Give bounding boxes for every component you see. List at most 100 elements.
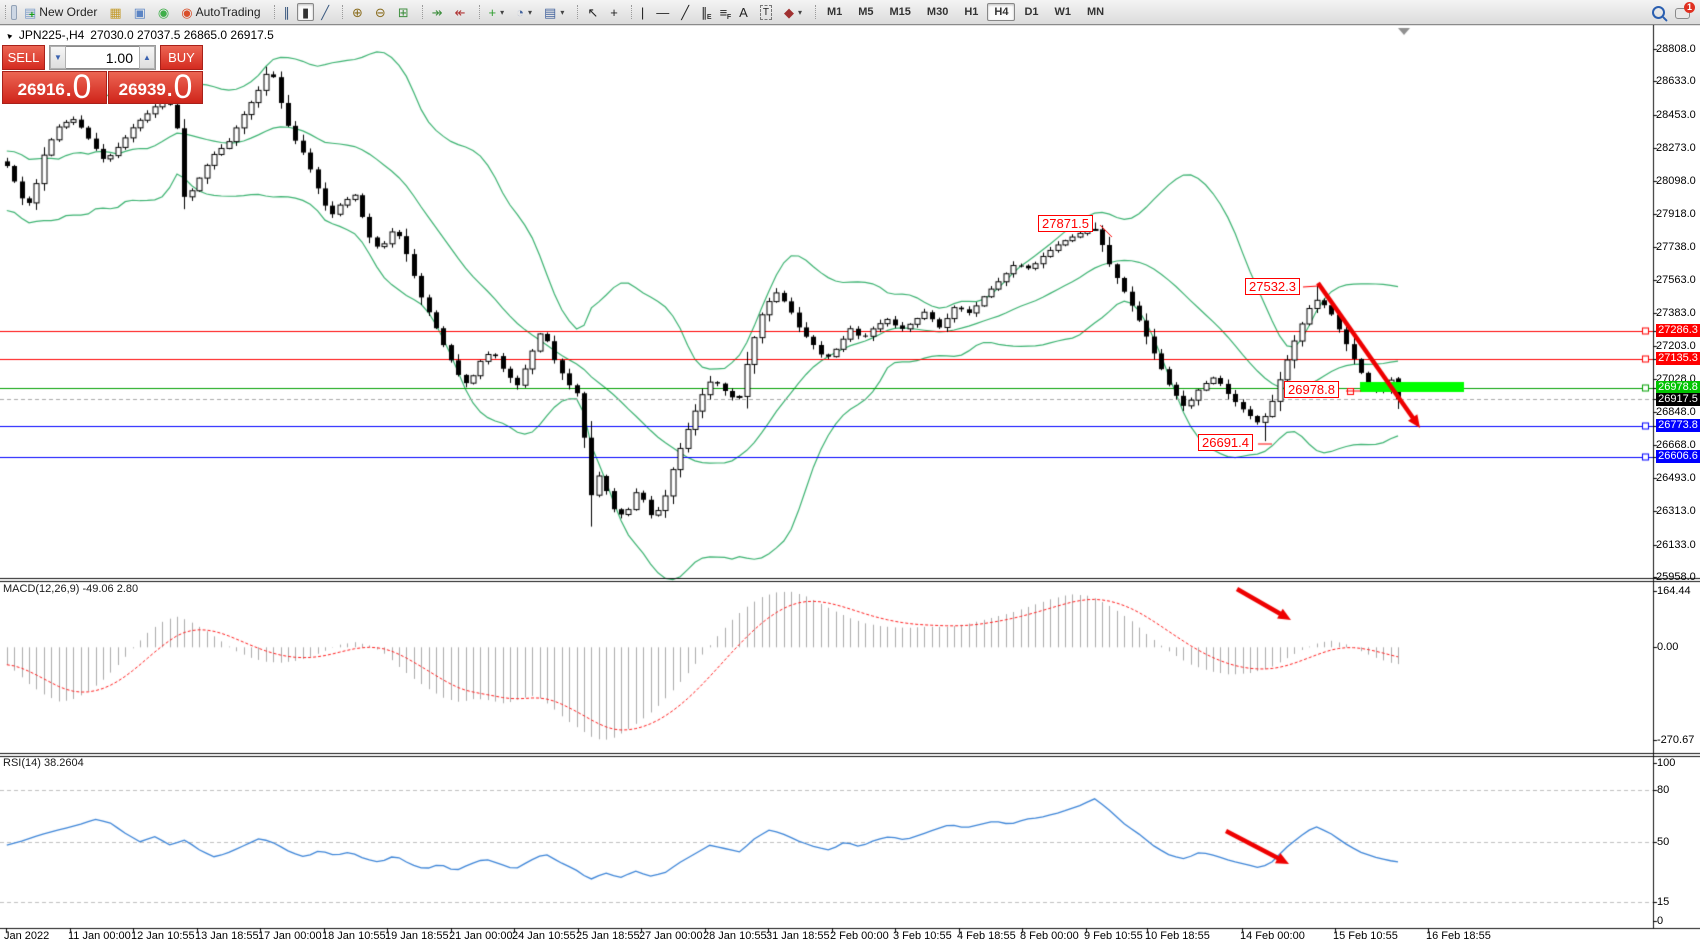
buy-price-int: 26939: [119, 76, 166, 103]
timeframe-m30[interactable]: M30: [920, 3, 955, 21]
timeframe-m1[interactable]: M1: [820, 3, 849, 21]
new-chart-icon[interactable]: +▾: [484, 3, 510, 21]
period-icon[interactable]: ◔▾: [511, 3, 537, 21]
trendline-icon[interactable]: ╱: [676, 3, 694, 21]
time-axis-label: 16 Feb 18:55: [1426, 930, 1491, 942]
template-icon: ▤: [544, 6, 556, 19]
time-axis-label: 9 Feb 10:55: [1084, 930, 1143, 942]
price-annotation[interactable]: 27532.3: [1245, 278, 1300, 295]
data-window-icon: ▣: [134, 6, 146, 19]
sell-button[interactable]: SELL: [2, 45, 45, 70]
sell-price-dec: 0: [72, 72, 91, 103]
clipped-icon[interactable]: [11, 5, 17, 20]
volume-increase-button[interactable]: ▲: [139, 46, 155, 69]
template-icon[interactable]: ▤▾: [539, 3, 569, 21]
time-axis-label: 27 Jan 00:00: [639, 930, 703, 942]
zoom-in-icon[interactable]: ⊕: [347, 3, 368, 21]
zoom-out-icon: ⊖: [375, 6, 386, 19]
timeframe-mn[interactable]: MN: [1080, 3, 1111, 21]
chat-icon[interactable]: 1: [1675, 6, 1690, 18]
buy-price-dec: 0: [173, 72, 192, 103]
timeframe-m30-label: M30: [927, 6, 948, 18]
arrows-tool-icon[interactable]: ◆▾: [779, 3, 807, 21]
time-axis-label: 12 Jan 10:55: [131, 930, 195, 942]
bar-chart-icon[interactable]: ∥: [279, 3, 296, 21]
rsi-indicator-label: RSI(14) 38.2604: [3, 757, 84, 769]
timeframe-m15-label: M15: [890, 6, 911, 18]
line-chart-icon[interactable]: ╱: [316, 3, 334, 21]
timeframe-w1[interactable]: W1: [1048, 3, 1079, 21]
time-axis-label: 31 Jan 18:55: [766, 930, 830, 942]
price-badge: 26917.5: [1656, 393, 1700, 406]
price-annotation[interactable]: 26691.4: [1198, 434, 1253, 451]
buy-button[interactable]: BUY: [160, 45, 203, 70]
price-annotation[interactable]: 27871.5: [1038, 215, 1093, 232]
market-watch-icon[interactable]: ▦: [104, 3, 126, 21]
timeframe-d1-label: D1: [1024, 6, 1038, 18]
search-icon[interactable]: [1652, 6, 1665, 19]
equidistant-channel-icon[interactable]: ∥E: [696, 3, 713, 21]
timeframe-d1[interactable]: D1: [1017, 3, 1045, 21]
time-axis-label: 21 Jan 00:00: [449, 930, 513, 942]
plus-badge: +: [29, 11, 35, 20]
timeframe-h1[interactable]: H1: [957, 3, 985, 21]
price-axis-label: 28098.0: [1656, 175, 1698, 187]
candlestick-chart-icon[interactable]: ▮: [297, 3, 314, 21]
chart-shift-icon[interactable]: ↞: [450, 3, 471, 21]
new-order-button[interactable]: ▤+New Order: [19, 3, 102, 21]
autotrading-button[interactable]: ◉ AutoTrading: [176, 3, 265, 21]
rsi-axis-label: 50: [1657, 836, 1669, 848]
time-axis-label: 3 Feb 10:55: [893, 930, 952, 942]
vertical-line-icon[interactable]: |: [636, 3, 649, 21]
crosshair-icon: +: [610, 6, 618, 19]
rsi-axis-label: 100: [1657, 757, 1675, 769]
cursor-icon[interactable]: ↖: [582, 3, 603, 21]
time-axis-label: 28 Jan 10:55: [703, 930, 767, 942]
price-badge: 27286.3: [1656, 324, 1700, 337]
zoom-out-icon[interactable]: ⊖: [370, 3, 391, 21]
time-axis-label: 8 Feb 00:00: [1020, 930, 1079, 942]
volume-decrease-button[interactable]: ▼: [50, 46, 66, 69]
horizontal-line-icon[interactable]: —: [651, 3, 674, 21]
volume-input[interactable]: 1.00: [66, 46, 139, 69]
sell-price-int: 26916: [18, 76, 65, 103]
arrows-tool-icon: ◆: [784, 6, 794, 19]
auto-scroll-icon[interactable]: ↠: [427, 3, 448, 21]
new-chart-icon: +: [489, 6, 497, 19]
tile-windows-icon[interactable]: ⊞: [393, 3, 414, 21]
equidistant-channel-icon-sub: E: [707, 14, 712, 21]
macd-axis-label: 164.44: [1657, 585, 1691, 597]
symbol-period-label: JPN225-,H4: [19, 28, 84, 42]
text-icon[interactable]: A: [734, 3, 753, 21]
line-chart-icon: ╱: [321, 6, 329, 19]
period-icon-dropdown[interactable]: ▾: [528, 8, 532, 17]
new-chart-icon-dropdown[interactable]: ▾: [500, 8, 504, 17]
price-annotation[interactable]: 26978.8: [1284, 381, 1339, 398]
arrows-tool-icon-dropdown[interactable]: ▾: [798, 8, 802, 17]
timeframe-h1-label: H1: [964, 6, 978, 18]
price-axis-label: 28273.0: [1656, 142, 1698, 154]
navigator-icon[interactable]: ◉: [153, 3, 174, 21]
crosshair-icon[interactable]: +: [605, 3, 623, 21]
buy-price[interactable]: 26939 . 0: [108, 71, 203, 104]
time-axis-label: 15 Feb 10:55: [1333, 930, 1398, 942]
macd-indicator-label: MACD(12,26,9) -49.06 2.80: [3, 583, 138, 595]
template-icon-dropdown[interactable]: ▾: [560, 8, 564, 17]
time-axis-label: Jan 2022: [4, 930, 49, 942]
chart-shift-icon: ↞: [455, 6, 466, 19]
timeframe-h4[interactable]: H4: [987, 3, 1015, 21]
timeframe-m15[interactable]: M15: [883, 3, 918, 21]
autotrading-button: ◉: [181, 6, 192, 19]
rsi-axis-label: 15: [1657, 896, 1669, 908]
time-axis-label: 25 Jan 18:55: [576, 930, 640, 942]
text-label-icon[interactable]: T: [755, 3, 777, 21]
autotrading-button-label: AutoTrading: [196, 5, 261, 19]
timeframe-m5[interactable]: M5: [851, 3, 880, 21]
one-click-trading-panel: SELL ▼ 1.00 ▲ BUY 26916 . 0 26939 . 0: [2, 45, 203, 104]
fibonacci-icon[interactable]: ≡F: [715, 3, 733, 21]
sell-price[interactable]: 26916 . 0: [2, 71, 107, 104]
data-window-icon[interactable]: ▣: [129, 3, 151, 21]
vertical-line-icon: |: [641, 6, 644, 19]
price-axis-label: 27203.0: [1656, 340, 1698, 352]
timeframe-w1-label: W1: [1055, 6, 1072, 18]
